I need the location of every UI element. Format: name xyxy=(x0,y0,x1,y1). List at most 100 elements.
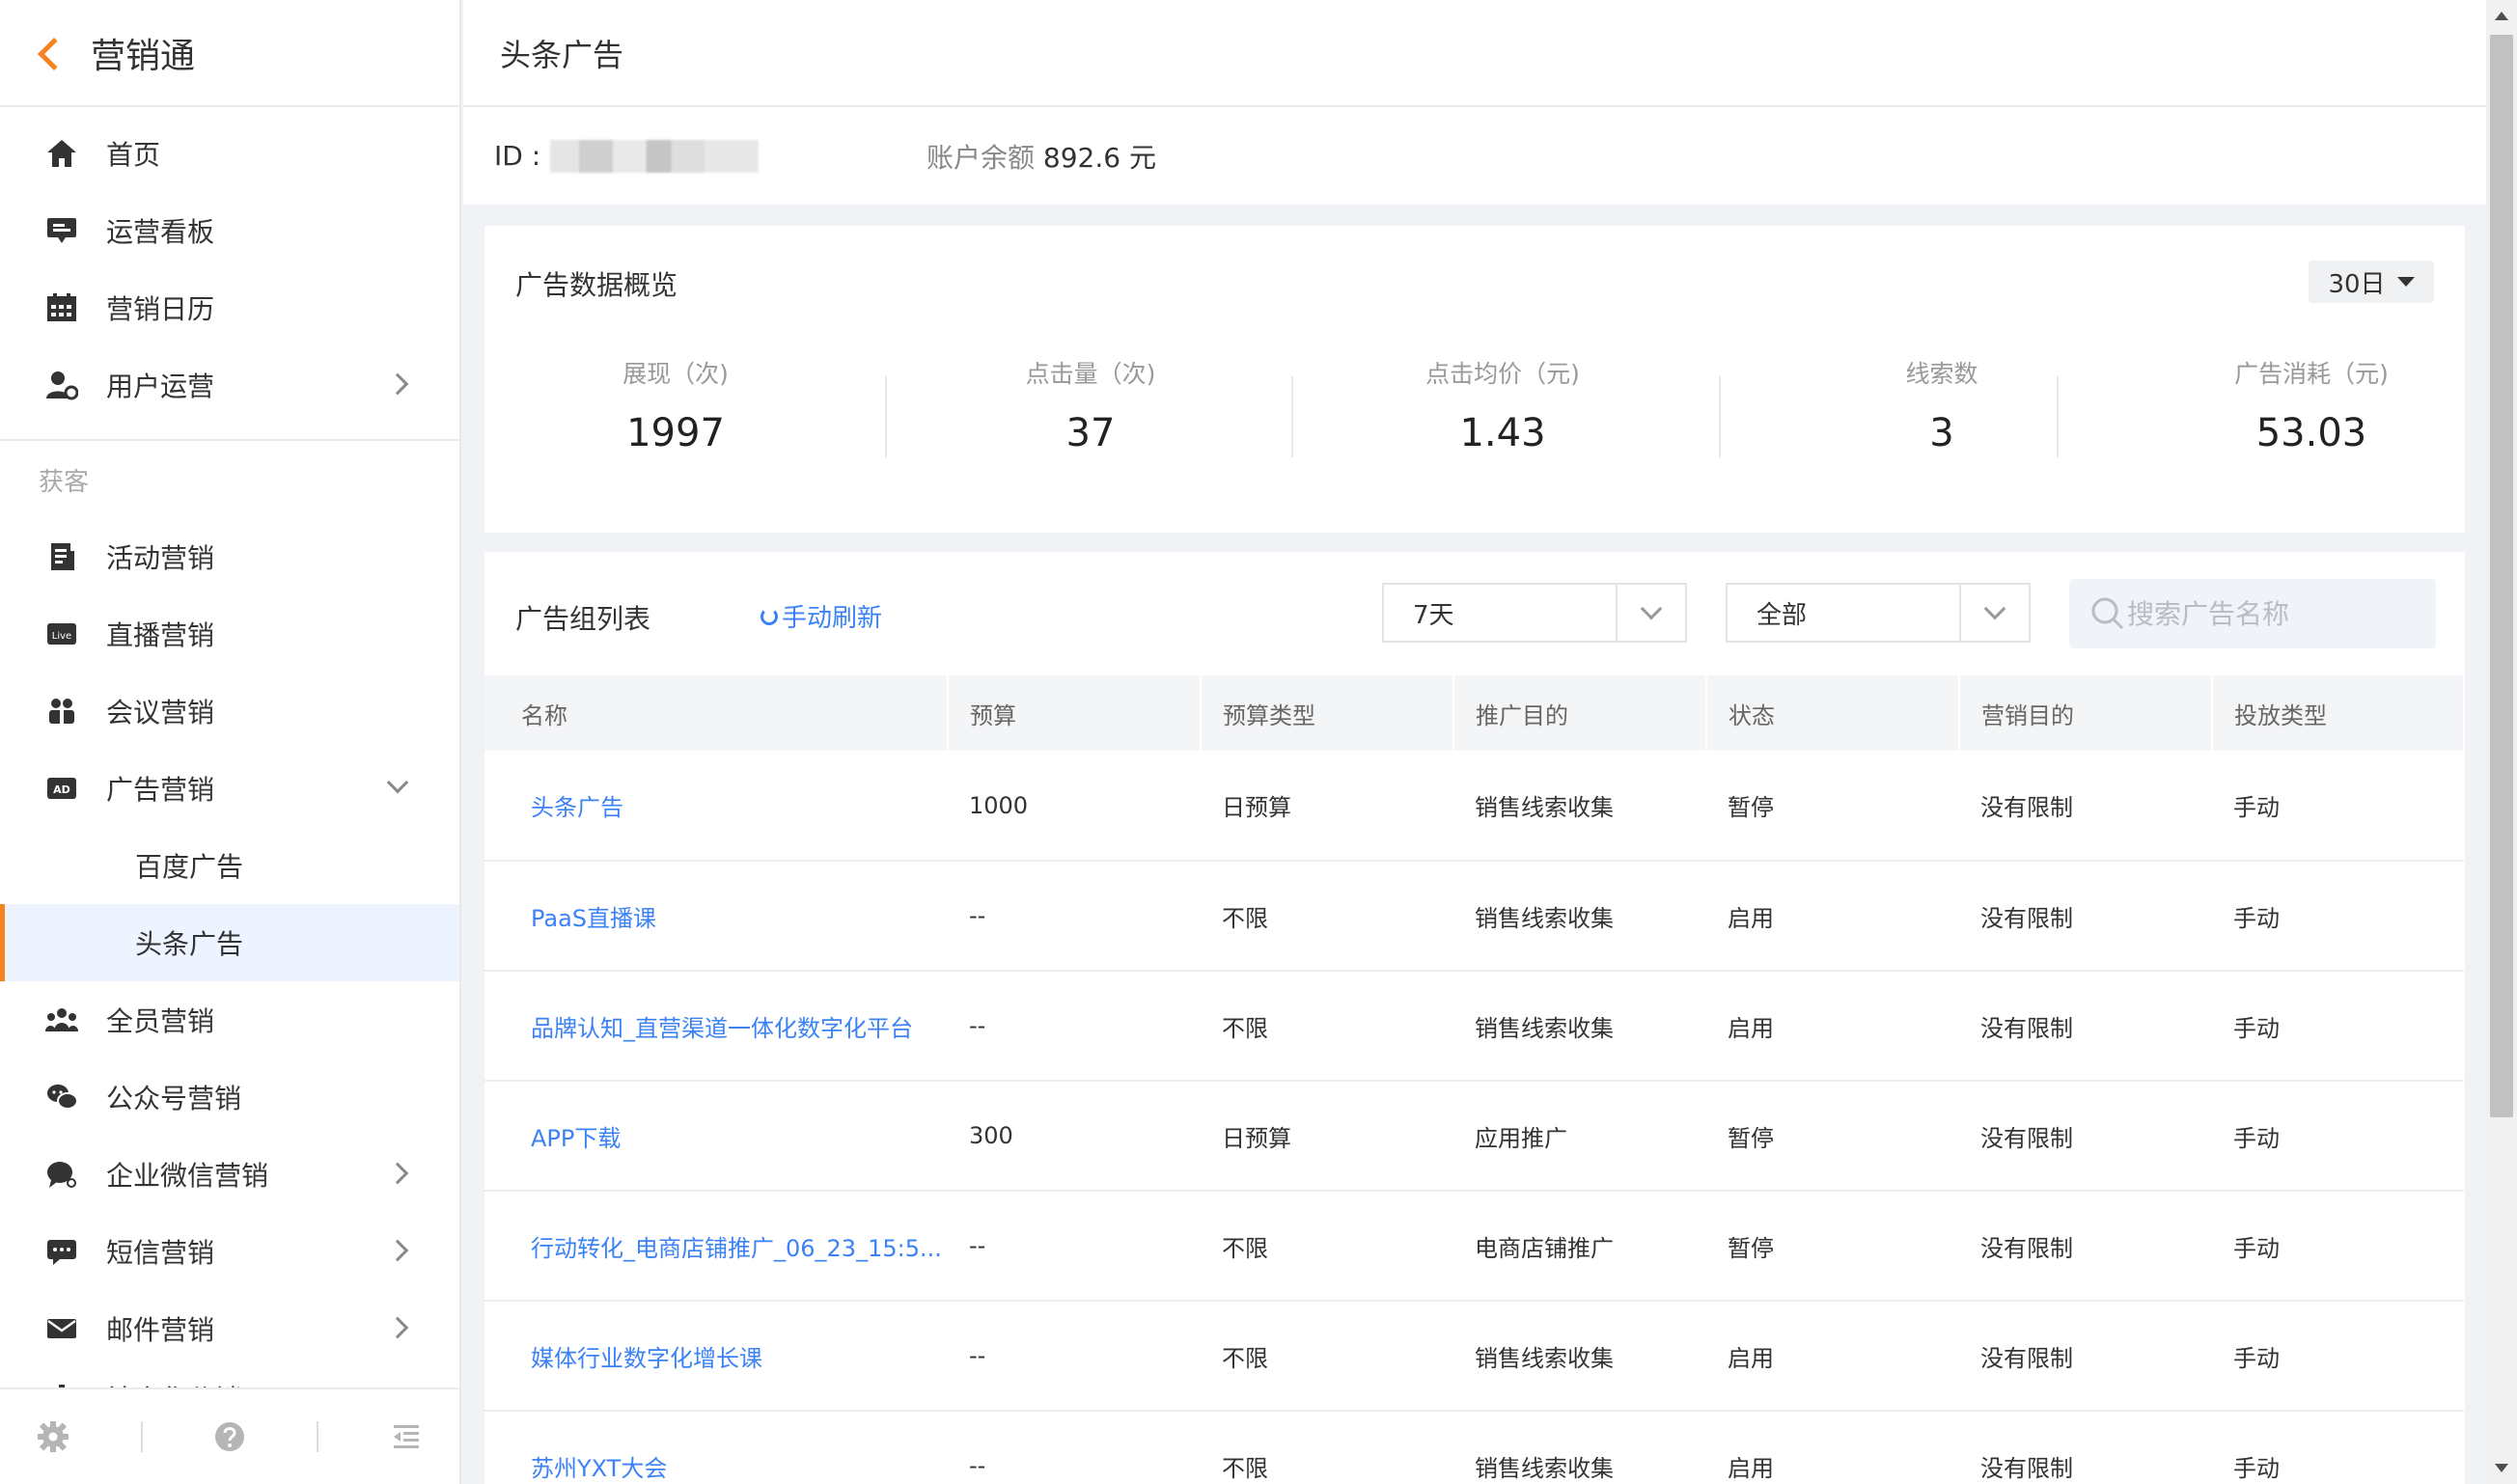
page-scrollbar[interactable] xyxy=(2486,0,2517,1484)
cell-marketing-goal: 没有限制 xyxy=(1959,751,2212,862)
stat-impressions: 展现（次) 1997 xyxy=(579,355,772,455)
sidebar-item-label: 用户运营 xyxy=(106,371,215,402)
ad-group-name-link[interactable]: 品牌认知_直营渠道一体化数字化平台 xyxy=(531,1015,913,1042)
stat-value: 37 xyxy=(1065,411,1116,455)
stat-clicks: 点击量（次) 37 xyxy=(975,355,1206,455)
cell-budget: 300 xyxy=(948,1081,1201,1192)
table-row: 媒体行业数字化增长课 -- 不限 销售线索收集 启用 没有限制 手动 xyxy=(484,1301,2464,1412)
sidebar-item-wecom[interactable]: 企业微信营销 xyxy=(0,1136,459,1213)
sidebar-subitem-toutiao-ad[interactable]: 头条广告 xyxy=(0,904,459,981)
table-row: PaaS直播课 -- 不限 销售线索收集 启用 没有限制 手动 xyxy=(484,861,2464,972)
stat-label: 展现（次) xyxy=(622,360,729,388)
sidebar-item-label: 百度广告 xyxy=(135,851,244,883)
stat-divider xyxy=(1719,376,1721,457)
cell-delivery-type: 手动 xyxy=(2212,751,2464,862)
stat-value: 53.03 xyxy=(2255,411,2367,455)
table-row: 头条广告 1000 日预算 销售线索收集 暂停 没有限制 手动 xyxy=(484,751,2464,862)
sidebar-item-label: 运营看板 xyxy=(106,216,215,248)
sidebar-item-calendar[interactable]: 营销日历 xyxy=(0,269,459,346)
days-filter-select[interactable]: 7天 xyxy=(1382,583,1687,643)
manual-refresh-button[interactable]: 手动刷新 xyxy=(761,598,882,634)
cell-promotion-goal: 电商店铺推广 xyxy=(1453,1191,1706,1302)
account-id-label: ID : xyxy=(494,140,541,172)
scrollbar-thumb[interactable] xyxy=(2490,35,2513,1117)
cell-budget-type: 日预算 xyxy=(1201,751,1453,862)
ad-group-name-link[interactable]: PaaS直播课 xyxy=(531,905,656,932)
sidebar-item-user-ops[interactable]: 用户运营 xyxy=(0,346,459,424)
help-icon[interactable] xyxy=(210,1417,249,1456)
ad-group-name-link[interactable]: 行动转化_电商店铺推广_06_23_15:5... xyxy=(531,1235,942,1262)
account-id-redacted xyxy=(550,139,760,173)
period-dropdown[interactable]: 30日 xyxy=(2309,261,2434,303)
ad-group-name-link[interactable]: APP下载 xyxy=(531,1125,621,1152)
table-row: 品牌认知_直营渠道一体化数字化平台 -- 不限 销售线索收集 启用 没有限制 手动 xyxy=(484,971,2464,1082)
sidebar-item-dashboard[interactable]: 运营看板 xyxy=(0,192,459,269)
sidebar-item-sms[interactable]: 短信营销 xyxy=(0,1213,459,1290)
sidebar-item-ad[interactable]: AD 广告营销 xyxy=(0,750,459,827)
cell-status: 启用 xyxy=(1706,1301,1959,1412)
cell-budget-type: 不限 xyxy=(1201,971,1453,1082)
ad-group-name-link[interactable]: 媒体行业数字化增长课 xyxy=(531,1345,762,1372)
cell-delivery-type: 手动 xyxy=(2212,1301,2464,1412)
cell-delivery-type: 手动 xyxy=(2212,1411,2464,1484)
sidebar-item-label: 企业微信营销 xyxy=(106,1160,269,1192)
column-header-promotion-goal: 推广目的 xyxy=(1453,675,1707,751)
back-arrow-icon[interactable] xyxy=(38,37,70,70)
cell-marketing-goal: 没有限制 xyxy=(1959,971,2212,1082)
sidebar-item-activity[interactable]: 活动营销 xyxy=(0,518,459,595)
search-input[interactable] xyxy=(2127,597,2417,630)
cell-marketing-goal: 没有限制 xyxy=(1959,861,2212,972)
sidebar-item-label: 首页 xyxy=(106,139,161,171)
cell-budget: -- xyxy=(948,1191,1201,1302)
cell-delivery-type: 手动 xyxy=(2212,861,2464,972)
search-box[interactable] xyxy=(2069,579,2436,648)
sidebar-header: 营销通 xyxy=(0,0,459,107)
status-filter-value: 全部 xyxy=(1756,600,1808,630)
cell-budget: 1000 xyxy=(948,751,1201,862)
sidebar-item-label: 会议营销 xyxy=(106,697,215,728)
page-title: 头条广告 xyxy=(463,0,2486,107)
sidebar-item-label: 营销日历 xyxy=(106,293,215,325)
stat-avg-cpc: 点击均价（元) 1.43 xyxy=(1377,355,1628,455)
sidebar-item-home[interactable]: 首页 xyxy=(0,115,459,192)
refresh-label: 手动刷新 xyxy=(782,604,883,633)
wechat-icon xyxy=(42,1078,81,1116)
scroll-up-arrow-icon[interactable] xyxy=(2495,12,2508,20)
live-icon: Live xyxy=(42,615,81,653)
cell-marketing-goal: 没有限制 xyxy=(1959,1301,2212,1412)
sidebar-item-live[interactable]: Live 直播营销 xyxy=(0,595,459,673)
collapse-menu-icon[interactable] xyxy=(387,1417,426,1456)
document-icon xyxy=(42,537,81,576)
sidebar-item-label: 广告营销 xyxy=(106,774,215,806)
ad-group-name-link[interactable]: 苏州YXT大会 xyxy=(531,1455,667,1482)
sidebar-item-official-account[interactable]: 公众号营销 xyxy=(0,1058,459,1136)
sidebar: 营销通 首页 运营看板 营销日历 用户运营 获客 活动营销 Live 直播营销 … xyxy=(0,0,461,1484)
cell-promotion-goal: 销售线索收集 xyxy=(1453,1301,1706,1412)
stat-ad-spend: 广告消耗（元) 53.03 xyxy=(2167,355,2456,455)
sms-icon xyxy=(42,1232,81,1271)
cell-name: 媒体行业数字化增长课 xyxy=(484,1301,948,1412)
home-icon xyxy=(42,134,81,173)
sidebar-item-email[interactable]: 邮件营销 xyxy=(0,1290,459,1367)
footer-separator xyxy=(317,1421,319,1452)
sidebar-item-all-staff[interactable]: 全员营销 xyxy=(0,981,459,1058)
ad-group-name-link[interactable]: 头条广告 xyxy=(531,794,623,821)
settings-gear-icon[interactable] xyxy=(34,1417,72,1456)
column-header-budget-type: 预算类型 xyxy=(1201,675,1454,751)
overview-title: 广告数据概览 xyxy=(515,269,678,301)
status-filter-select[interactable]: 全部 xyxy=(1726,583,2031,643)
svg-text:Live: Live xyxy=(52,631,71,642)
cell-marketing-goal: 没有限制 xyxy=(1959,1191,2212,1302)
chevron-right-icon xyxy=(386,1239,409,1262)
table-row: 苏州YXT大会 -- 不限 销售线索收集 启用 没有限制 手动 xyxy=(484,1411,2464,1484)
sidebar-item-label: 头条广告 xyxy=(135,928,244,960)
sidebar-item-meeting[interactable]: 会议营销 xyxy=(0,673,459,750)
balance-value: 892.6 元 xyxy=(1042,141,1156,174)
ad-group-list-card: 广告组列表 手动刷新 7天 全部 名称 预算 预算类型 推广目的 状 xyxy=(484,552,2465,1484)
cell-marketing-goal: 没有限制 xyxy=(1959,1081,2212,1192)
sidebar-subitem-baidu-ad[interactable]: 百度广告 xyxy=(0,827,459,904)
scroll-down-arrow-icon[interactable] xyxy=(2495,1464,2508,1472)
table-row: APP下载 300 日预算 应用推广 暂停 没有限制 手动 xyxy=(484,1081,2464,1192)
column-header-status: 状态 xyxy=(1706,675,1960,751)
cell-budget-type: 不限 xyxy=(1201,1411,1453,1484)
